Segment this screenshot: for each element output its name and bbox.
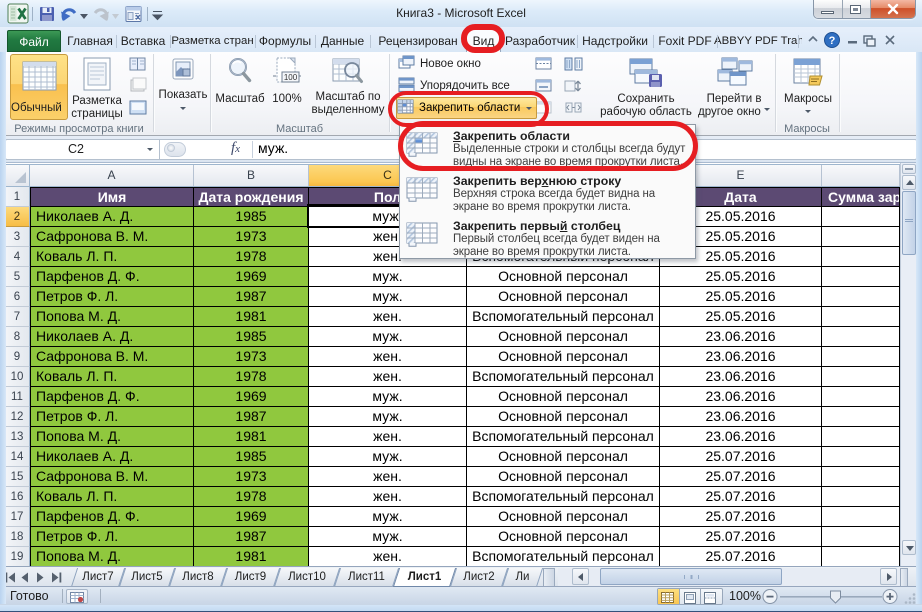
svg-text:?: ?	[829, 35, 836, 47]
svg-text:100: 100	[284, 73, 298, 82]
